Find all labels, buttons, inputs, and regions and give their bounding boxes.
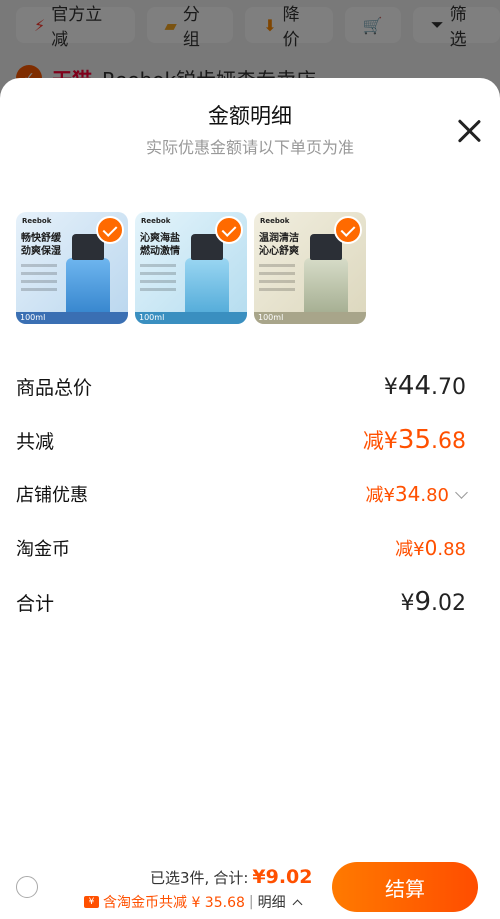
product-desc-lines (21, 264, 61, 296)
detail-toggle[interactable]: 明细 (258, 892, 286, 912)
total-price: ¥9.02 (252, 866, 313, 888)
checkout-bar: 已选3件, 合计: ¥9.02 ¥ 含淘金币共减 ¥ 35.68 | 明细 结算 (0, 850, 500, 919)
row-taojinbi: 淘金币 减 ¥0.88 (16, 528, 466, 568)
row-label: 共减 (16, 430, 55, 453)
row-grand-total: 合计 ¥9.02 (16, 582, 466, 622)
volume-label: 100ml (254, 312, 366, 324)
volume-label: 100ml (16, 312, 128, 324)
volume-label: 100ml (135, 312, 247, 324)
brand-logo: Reebok (141, 217, 171, 225)
checkout-button[interactable]: 结算 (332, 862, 478, 912)
sheet-title: 金额明细 (208, 104, 292, 128)
row-goods-total: 商品总价 ¥44.70 (16, 366, 466, 406)
product-thumbnail[interactable]: Reebok 畅快舒缓 劲爽保湿 100ml (16, 212, 128, 324)
bottle-image (66, 234, 110, 322)
product-desc-lines (259, 264, 299, 296)
row-amount: ¥44.70 (383, 371, 466, 401)
coupon-icon: ¥ (84, 896, 99, 908)
row-label: 商品总价 (16, 376, 93, 399)
selected-check-icon (334, 216, 362, 244)
sheet-subtitle: 实际优惠金额请以下单页为准 (145, 138, 354, 157)
bottle-image (304, 234, 348, 322)
row-total-discount: 共减 减 ¥35.68 (16, 420, 466, 460)
product-name: 畅快舒缓 劲爽保湿 (21, 233, 61, 257)
row-amount: 减 ¥35.68 (362, 425, 466, 455)
row-amount: ¥9.02 (400, 587, 466, 617)
select-all-radio[interactable] (16, 876, 38, 898)
close-icon[interactable] (452, 114, 486, 148)
product-name: 温润清洁 沁心舒爽 (259, 233, 299, 257)
row-amount: 减 ¥0.88 (395, 536, 466, 560)
chevron-up-icon (292, 899, 303, 909)
row-store-discount[interactable]: 店铺优惠 减 ¥34.80 (16, 474, 468, 514)
brand-logo: Reebok (22, 217, 52, 225)
selection-summary: 已选3件, 合计: ¥9.02 (150, 866, 313, 888)
row-label: 合计 (16, 592, 55, 615)
row-label: 店铺优惠 (16, 485, 88, 506)
brand-logo: Reebok (260, 217, 290, 225)
amount-detail-sheet: 金额明细 实际优惠金额请以下单页为准 Reebok 畅快舒缓 劲爽保湿 100m… (0, 78, 500, 919)
coin-discount-line[interactable]: ¥ 含淘金币共减 ¥ 35.68 | 明细 (84, 892, 303, 912)
product-thumbnail[interactable]: Reebok 沁爽海盐 燃动激情 100ml (135, 212, 247, 324)
product-desc-lines (140, 264, 180, 296)
selected-check-icon (215, 216, 243, 244)
row-amount: 减 ¥34.80 (365, 481, 468, 507)
bottle-image (185, 234, 229, 322)
product-name: 沁爽海盐 燃动激情 (140, 233, 180, 257)
chevron-down-icon[interactable] (455, 486, 468, 499)
product-thumbnail[interactable]: Reebok 温润清洁 沁心舒爽 100ml (254, 212, 366, 324)
selected-check-icon (96, 216, 124, 244)
product-thumbnails: Reebok 畅快舒缓 劲爽保湿 100ml Reebok 沁爽海盐 燃动激情 … (16, 212, 366, 324)
row-label: 淘金币 (16, 539, 70, 560)
